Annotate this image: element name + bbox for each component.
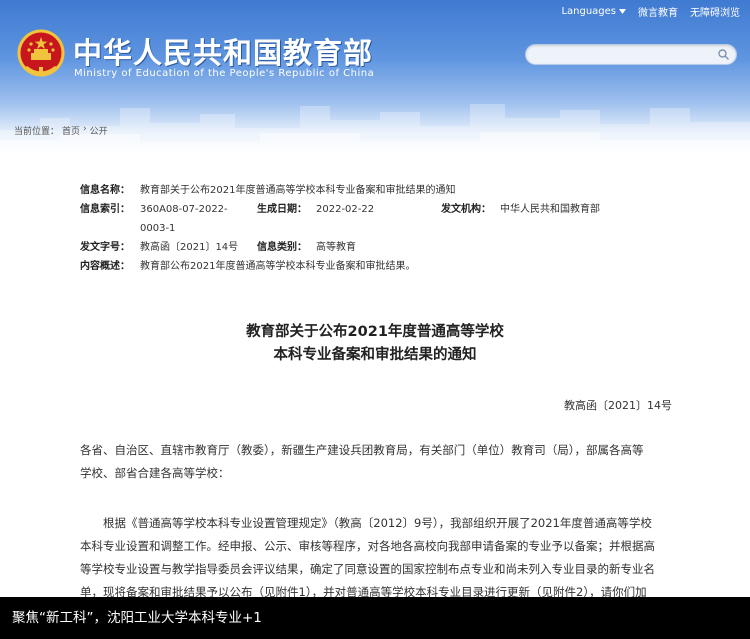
meta-label-date: 生成日期： — [257, 204, 307, 215]
meta-value-index: 360A08-07-2022- — [140, 204, 228, 215]
body-line-3: 等学校专业设置与教学指导委员会评议结果，确定了同意设置的国家控制布点专业和尚未列… — [80, 562, 655, 576]
document-meta-table: 信息名称： 教育部关于公布2021年度普通高等学校本科专业备案和审批结果的通知 … — [80, 181, 680, 276]
caret-down-icon — [619, 9, 626, 14]
breadcrumb-section-link[interactable]: 公开 — [90, 124, 108, 137]
meta-row-docnum: 发文字号： 教高函〔2021〕14号 信息类别： 高等教育 — [80, 238, 680, 257]
meta-value-index-cont: 0003-1 — [140, 223, 176, 234]
meta-label-issuer: 发文机构： — [441, 204, 491, 215]
languages-menu[interactable]: Languages — [561, 6, 626, 17]
national-emblem-icon — [17, 29, 65, 77]
search-box — [525, 44, 737, 67]
addressee-line-2: 学校、部省合建各高等学校： — [80, 466, 230, 480]
body-line-2: 本科专业设置和调整工作。经申报、公示、审核等程序，对各地各高校向我部申请备案的专… — [80, 539, 655, 553]
meta-label-category: 信息类别： — [257, 242, 307, 253]
meta-label-docnum: 发文字号： — [80, 242, 130, 253]
meta-label-index: 信息索引： — [80, 204, 130, 215]
breadcrumb-home-link[interactable]: 首页 — [62, 124, 80, 137]
meta-row-name: 信息名称： 教育部关于公布2021年度普通高等学校本科专业备案和审批结果的通知 — [80, 181, 680, 200]
meta-value-category: 高等教育 — [316, 242, 356, 253]
body-line-1: 根据《普通高等学校本科专业设置管理规定》（教高〔2012〕9号），我部组织开展了… — [103, 516, 652, 530]
document-number: 教高函〔2021〕14号 — [564, 399, 672, 412]
languages-label: Languages — [561, 6, 616, 17]
meta-row-summary: 内容概述： 教育部公布2021年度普通高等学校本科专业备案和审批结果。 — [80, 257, 680, 276]
addressee-line-1: 各省、自治区、直辖市教育厅（教委），新疆生产建设兵团教育局，有关部门（单位）教育… — [80, 443, 644, 457]
wechat-link[interactable]: 微言教育 — [638, 4, 678, 19]
site-title[interactable]: 中华人民共和国教育部 — [73, 30, 373, 72]
meta-row-index: 信息索引： 360A08-07-2022- 生成日期： 2022-02-22 发… — [80, 200, 680, 219]
breadcrumb-prefix: 当前位置： — [14, 127, 60, 137]
breadcrumb: 当前位置： 首页 › 公开 — [14, 124, 108, 137]
news-caption-bar[interactable]: 聚焦“新工科”，沈阳工业大学本科专业+1 — [0, 597, 750, 639]
breadcrumb-separator: › — [83, 124, 87, 134]
meta-value-issuer: 中华人民共和国教育部 — [500, 204, 600, 215]
site-header: Languages 微言教育 无障碍浏览 中华人民共和国教育部 Ministry… — [0, 0, 750, 155]
meta-label-summary: 内容概述： — [80, 261, 130, 272]
search-input[interactable] — [526, 48, 711, 67]
meta-value-date: 2022-02-22 — [316, 204, 375, 215]
accessibility-link[interactable]: 无障碍浏览 — [690, 4, 740, 19]
meta-value-summary: 教育部公布2021年度普通高等学校本科专业备案和审批结果。 — [140, 261, 416, 272]
meta-value-name: 教育部关于公布2021年度普通高等学校本科专业备案和审批结果的通知 — [140, 185, 456, 196]
document-title-line-1: 教育部关于公布2021年度普通高等学校 — [246, 324, 504, 340]
search-icon[interactable] — [718, 49, 729, 60]
top-links: Languages 微言教育 无障碍浏览 — [561, 4, 740, 19]
skyline-decoration — [0, 104, 750, 155]
news-caption-text: 聚焦“新工科”，沈阳工业大学本科专业+1 — [12, 610, 262, 626]
meta-value-docnum: 教高函〔2021〕14号 — [140, 242, 239, 253]
meta-row-index-cont: 0003-1 — [80, 219, 680, 238]
document-title-line-2: 本科专业备案和审批结果的通知 — [273, 347, 477, 363]
meta-label-name: 信息名称： — [80, 185, 130, 196]
site-subtitle: Ministry of Education of the People's Re… — [74, 68, 375, 79]
